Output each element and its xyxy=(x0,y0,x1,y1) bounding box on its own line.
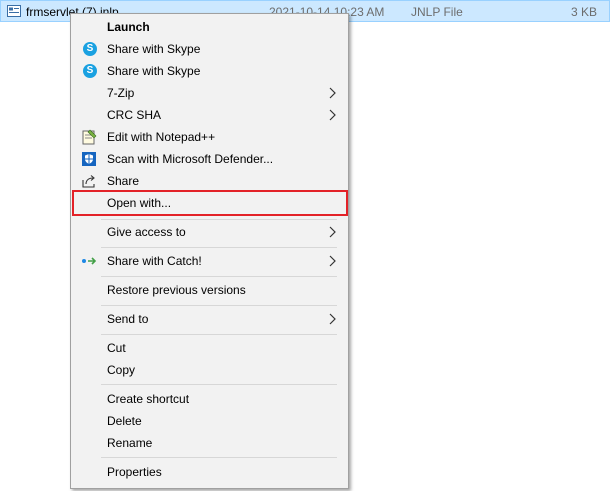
open-with-highlight-box xyxy=(72,190,348,216)
chevron-right-icon xyxy=(329,255,336,267)
menu-separator xyxy=(101,247,337,248)
menu-label: Rename xyxy=(107,436,153,450)
menu-label: Edit with Notepad++ xyxy=(107,130,216,144)
chevron-right-icon xyxy=(329,87,336,99)
chevron-right-icon xyxy=(329,109,336,121)
skype-icon: S xyxy=(83,42,97,56)
menu-label: Cut xyxy=(107,341,126,355)
menu-label: 7-Zip xyxy=(107,86,135,100)
chevron-right-icon xyxy=(329,313,336,325)
menu-item-give-access[interactable]: Give access to xyxy=(73,221,346,243)
menu-label: Share with Skype xyxy=(107,42,201,56)
menu-label: Share with Skype xyxy=(107,64,201,78)
menu-item-properties[interactable]: Properties xyxy=(73,461,346,483)
menu-separator xyxy=(101,457,337,458)
menu-item-send-to[interactable]: Send to xyxy=(73,308,346,330)
menu-label: Launch xyxy=(107,20,150,34)
menu-label: Copy xyxy=(107,363,136,377)
menu-label: Scan with Microsoft Defender... xyxy=(107,152,274,166)
menu-label: Restore previous versions xyxy=(107,283,246,297)
context-menu: Launch S Share with Skype S Share with S… xyxy=(70,13,349,489)
menu-item-notepad[interactable]: Edit with Notepad++ xyxy=(73,126,346,148)
menu-separator xyxy=(101,334,337,335)
jnlp-file-icon xyxy=(7,5,21,17)
menu-item-delete[interactable]: Delete xyxy=(73,410,346,432)
file-size: 3 KB xyxy=(570,5,597,19)
menu-label: Delete xyxy=(107,414,142,428)
skype-icon: S xyxy=(83,64,97,78)
catch-arrow-icon xyxy=(82,257,97,265)
menu-item-share[interactable]: Share xyxy=(73,170,346,192)
defender-shield-icon xyxy=(82,152,96,166)
notepad-plus-icon xyxy=(82,129,97,145)
menu-label: Give access to xyxy=(107,225,186,239)
file-type: JNLP File xyxy=(411,5,463,19)
menu-item-7zip[interactable]: 7-Zip xyxy=(73,82,346,104)
share-icon xyxy=(82,175,95,188)
menu-item-share-skype[interactable]: S Share with Skype xyxy=(73,38,346,60)
menu-label: Share with Catch! xyxy=(107,254,202,268)
menu-separator xyxy=(101,305,337,306)
menu-label: Send to xyxy=(107,312,149,326)
menu-separator xyxy=(101,219,337,220)
menu-separator xyxy=(101,276,337,277)
menu-item-restore-versions[interactable]: Restore previous versions xyxy=(73,279,346,301)
menu-item-create-shortcut[interactable]: Create shortcut xyxy=(73,388,346,410)
chevron-right-icon xyxy=(329,226,336,238)
menu-item-crc-sha[interactable]: CRC SHA xyxy=(73,104,346,126)
menu-item-launch[interactable]: Launch xyxy=(73,16,346,38)
menu-item-defender[interactable]: Scan with Microsoft Defender... xyxy=(73,148,346,170)
menu-separator xyxy=(101,384,337,385)
menu-label: CRC SHA xyxy=(107,108,162,122)
menu-label: Create shortcut xyxy=(107,392,190,406)
menu-label: Share xyxy=(107,174,140,188)
menu-item-share-skype-2[interactable]: S Share with Skype xyxy=(73,60,346,82)
menu-item-rename[interactable]: Rename xyxy=(73,432,346,454)
menu-item-share-catch[interactable]: Share with Catch! xyxy=(73,250,346,272)
menu-item-cut[interactable]: Cut xyxy=(73,337,346,359)
menu-label: Properties xyxy=(107,465,162,479)
menu-item-copy[interactable]: Copy xyxy=(73,359,346,381)
